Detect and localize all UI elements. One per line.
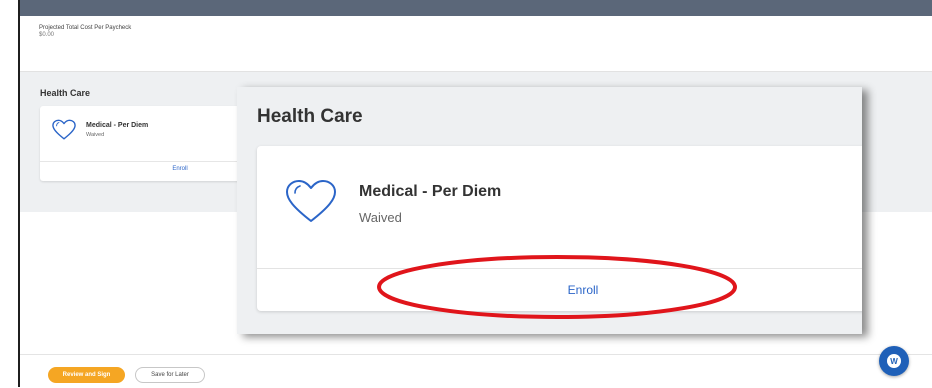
help-chat-button[interactable]: W	[879, 346, 909, 376]
cost-value: $0.00	[39, 32, 55, 38]
plan-card: Medical - Per Diem Waived Enroll	[40, 106, 240, 181]
zoomed-plan-status: Waived	[359, 210, 402, 225]
section-title: Health Care	[40, 88, 91, 98]
highlight-oval	[377, 255, 737, 319]
cost-label: Projected Total Cost Per Paycheck	[39, 25, 132, 31]
cost-summary: Projected Total Cost Per Paycheck $0.00	[20, 16, 932, 72]
zoomed-plan-name: Medical - Per Diem	[359, 183, 502, 200]
footer-bar: Review and Sign Save for Later	[20, 354, 932, 388]
plan-name: Medical - Per Diem	[86, 122, 149, 129]
left-border	[0, 0, 20, 387]
save-for-later-button[interactable]: Save for Later	[135, 367, 205, 383]
card-divider	[40, 161, 240, 162]
help-chat-icon: W	[887, 354, 901, 368]
top-header-bar	[20, 0, 932, 16]
plan-status: Waived	[86, 132, 105, 138]
heart-icon	[52, 119, 76, 140]
heart-icon	[286, 180, 336, 222]
zoomed-section-title: Health Care	[257, 106, 363, 127]
review-and-sign-button[interactable]: Review and Sign	[48, 367, 125, 383]
